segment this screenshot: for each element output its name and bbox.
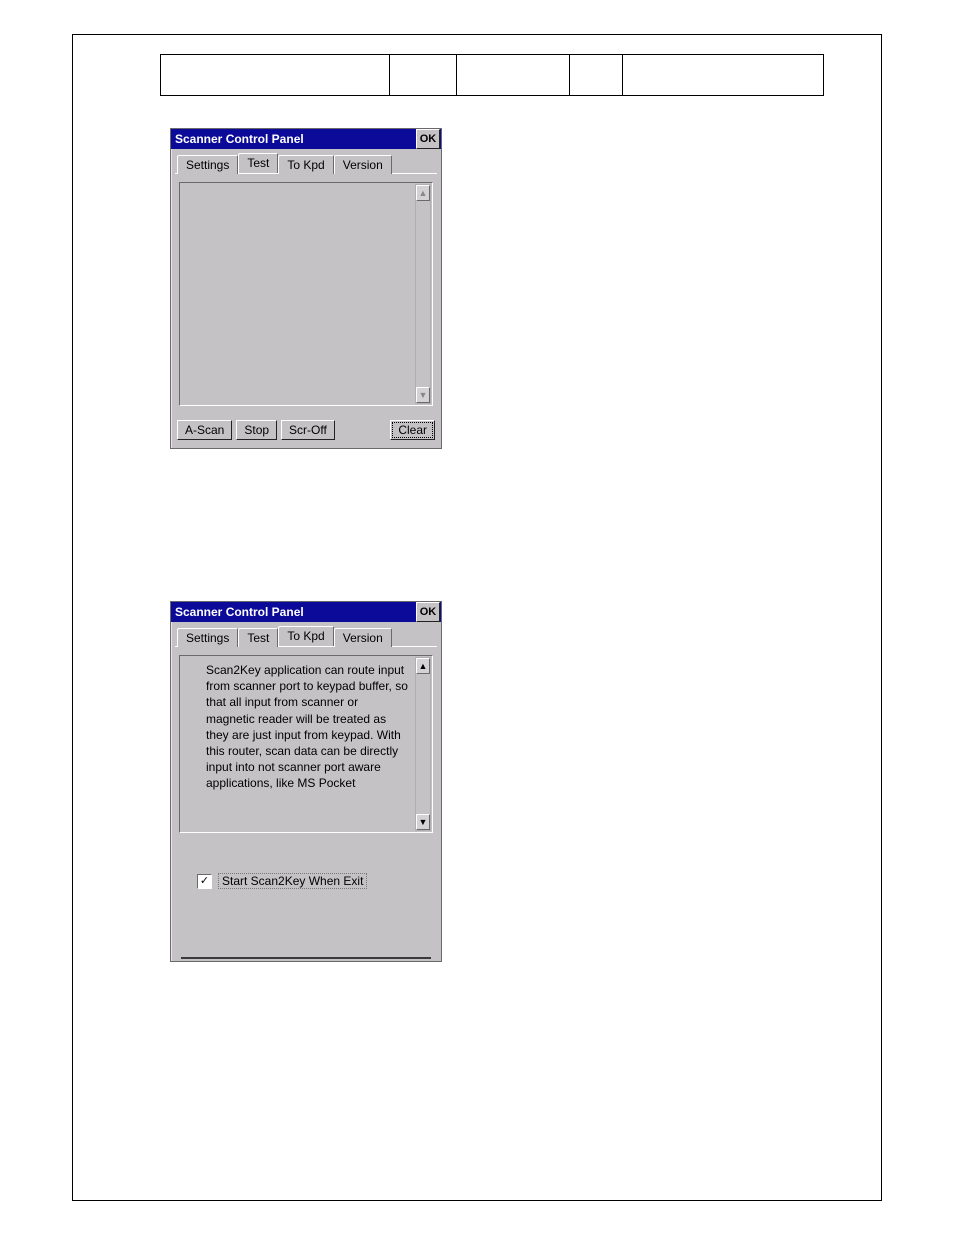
scroll-up-icon[interactable]: ▲ xyxy=(416,658,430,674)
scroll-down-icon[interactable]: ▼ xyxy=(416,387,430,403)
clear-button[interactable]: Clear xyxy=(390,420,435,440)
tabbar: Settings Test To Kpd Version xyxy=(171,622,441,646)
tabbar: Settings Test To Kpd Version xyxy=(171,149,441,173)
description-box: Scan2Key application can route input fro… xyxy=(179,655,433,833)
tab-test[interactable]: Test xyxy=(238,628,278,647)
window-title: Scanner Control Panel xyxy=(175,605,415,619)
description-text: Scan2Key application can route input fro… xyxy=(206,662,410,792)
header-cell-4 xyxy=(570,55,623,95)
panel-shadow xyxy=(181,957,431,959)
tab-settings[interactable]: Settings xyxy=(177,155,238,174)
stop-button[interactable]: Stop xyxy=(236,420,277,440)
header-cell-5 xyxy=(623,55,823,95)
tab-version[interactable]: Version xyxy=(334,155,392,174)
start-scan2key-row: ✓ Start Scan2Key When Exit xyxy=(197,873,435,889)
header-cell-1 xyxy=(161,55,390,95)
scrollbar[interactable]: ▲ ▼ xyxy=(415,657,431,831)
scrollbar[interactable]: ▲ ▼ xyxy=(415,184,431,404)
tab-version[interactable]: Version xyxy=(334,628,392,647)
titlebar: Scanner Control Panel OK xyxy=(171,602,441,622)
header-cell-3 xyxy=(457,55,570,95)
scan-output-area[interactable]: ▲ ▼ xyxy=(179,182,433,406)
scanner-panel-to-kpd: Scanner Control Panel OK Settings Test T… xyxy=(170,601,442,962)
tab-to-kpd[interactable]: To Kpd xyxy=(278,155,333,174)
start-scan2key-label: Start Scan2Key When Exit xyxy=(218,873,367,889)
ok-button[interactable]: OK xyxy=(416,129,440,149)
header-table xyxy=(160,54,824,96)
tab-test[interactable]: Test xyxy=(238,153,278,173)
panel-body: ▲ ▼ xyxy=(171,174,441,414)
scroll-down-icon[interactable]: ▼ xyxy=(416,814,430,830)
tab-to-kpd[interactable]: To Kpd xyxy=(278,626,333,646)
scroll-up-icon[interactable]: ▲ xyxy=(416,185,430,201)
start-scan2key-checkbox[interactable]: ✓ xyxy=(197,874,212,889)
scr-off-button[interactable]: Scr-Off xyxy=(281,420,335,440)
button-row: A-Scan Stop Scr-Off Clear xyxy=(171,414,441,446)
scanner-panel-test: Scanner Control Panel OK Settings Test T… xyxy=(170,128,442,449)
ok-button[interactable]: OK xyxy=(416,602,440,622)
ascan-button[interactable]: A-Scan xyxy=(177,420,232,440)
titlebar: Scanner Control Panel OK xyxy=(171,129,441,149)
panel-body: Scan2Key application can route input fro… xyxy=(171,647,441,895)
header-cell-2 xyxy=(390,55,457,95)
tab-settings[interactable]: Settings xyxy=(177,628,238,647)
window-title: Scanner Control Panel xyxy=(175,132,415,146)
